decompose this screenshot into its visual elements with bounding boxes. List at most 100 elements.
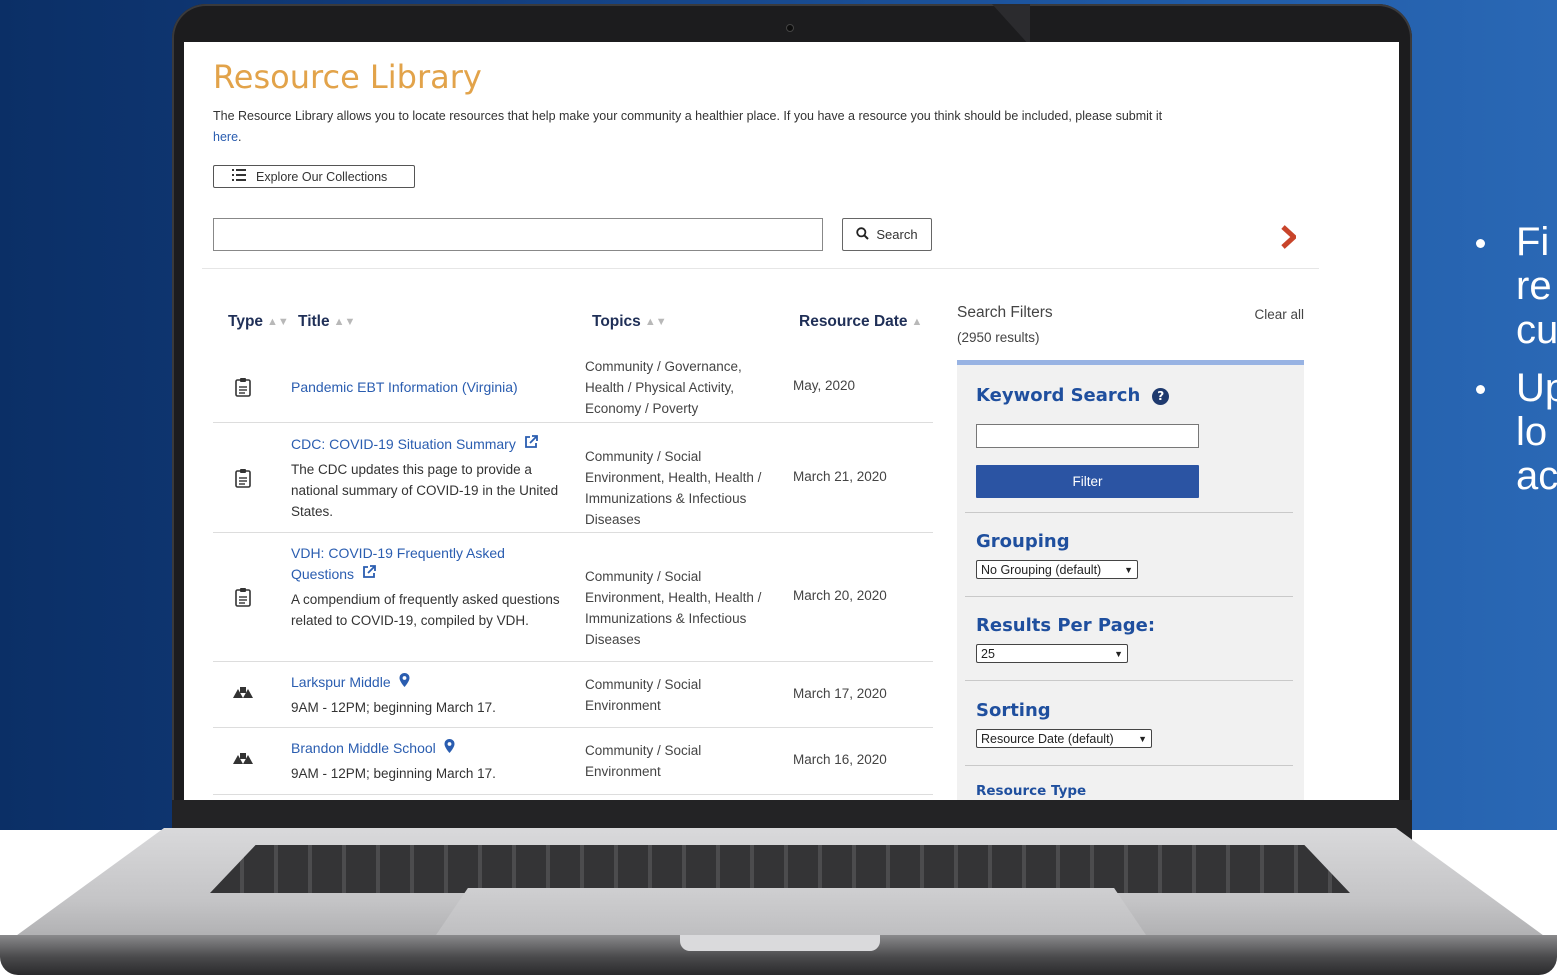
slide-bullet: Up lo ac	[1470, 366, 1557, 498]
results-count: (2950 results)	[957, 330, 1040, 345]
type-cell	[213, 587, 273, 610]
results-per-page-title: Results Per Page:	[976, 615, 1156, 636]
divider	[965, 680, 1293, 681]
column-header-type[interactable]: Type ▲▼	[228, 313, 289, 331]
laptop-screen: Resource Library The Resource Library al…	[184, 42, 1399, 800]
table-row: Pandemic EBT Information (Virginia) Commu…	[213, 352, 933, 423]
resource-description: 9AM - 12PM; beginning March 17.	[291, 699, 496, 715]
grouping-section: Grouping No Grouping (default) ▼	[976, 531, 1293, 579]
resource-title-link[interactable]: Larkspur Middle	[291, 674, 391, 690]
search-input[interactable]	[213, 218, 823, 251]
document-icon	[235, 587, 251, 610]
type-cell	[213, 377, 273, 400]
filter-button[interactable]: Filter	[976, 465, 1199, 498]
type-cell	[213, 468, 273, 491]
table-row: Brandon Middle School 9AM - 12PM; beginni…	[213, 728, 933, 795]
laptop-trackpad	[432, 888, 1150, 941]
chevron-right-icon[interactable]	[1274, 222, 1302, 252]
type-cell	[213, 751, 273, 768]
resource-title-link[interactable]: CDC: COVID-19 Situation Summary	[291, 436, 516, 452]
document-icon	[235, 377, 251, 400]
resource-title-link[interactable]: Pandemic EBT Information (Virginia)	[291, 379, 518, 395]
chevron-down-icon: ▼	[1114, 648, 1123, 659]
column-header-resource-date[interactable]: Resource Date ▲	[799, 313, 922, 331]
community-icon	[232, 685, 254, 702]
results-table: Type ▲▼ Title ▲▼ Topics ▲▼ Resource Date ▲ P…	[213, 306, 933, 795]
divider	[202, 268, 1319, 269]
title-cell: CDC: COVID-19 Situation Summary The CDC u…	[291, 434, 571, 522]
date-cell: March 17, 2020	[793, 685, 887, 701]
sort-icon: ▲▼	[644, 316, 667, 328]
divider	[965, 596, 1293, 597]
location-pin-icon[interactable]	[399, 672, 410, 690]
explore-collections-button[interactable]: Explore Our Collections	[213, 165, 415, 188]
chevron-down-icon: ▼	[1138, 733, 1147, 744]
resource-title-link[interactable]: Brandon Middle School	[291, 740, 436, 756]
date-cell: March 20, 2020	[793, 588, 887, 603]
divider	[965, 765, 1293, 766]
table-body: Pandemic EBT Information (Virginia) Commu…	[213, 352, 933, 795]
table-row: VDH: COVID-19 Frequently Asked Questions…	[213, 533, 933, 662]
chevron-down-icon: ▼	[1124, 564, 1133, 575]
date-cell: May, 2020	[793, 378, 856, 393]
list-icon	[232, 169, 246, 184]
results-per-page-select[interactable]: 25 ▼	[976, 644, 1128, 663]
title-cell: Brandon Middle School 9AM - 12PM; beginni…	[291, 738, 571, 784]
external-link-icon[interactable]	[524, 434, 538, 452]
type-cell	[213, 685, 273, 702]
topics-cell: Community / Governance, Health / Physica…	[585, 358, 742, 416]
search-button[interactable]: Search	[842, 218, 932, 251]
results-per-page-section: Results Per Page: 25 ▼	[976, 615, 1293, 663]
sorting-section: Sorting Resource Date (default) ▼	[976, 700, 1293, 748]
title-cell: Larkspur Middle 9AM - 12PM; beginning Mar…	[291, 672, 571, 718]
sorting-title: Sorting	[976, 700, 1051, 721]
document-icon	[235, 468, 251, 491]
resource-type-title: Resource Type	[976, 783, 1087, 799]
sort-icon: ▲▼	[333, 316, 356, 328]
search-icon	[856, 226, 870, 243]
column-header-title[interactable]: Title ▲▼	[298, 313, 355, 331]
resource-description: The CDC updates this page to provide a n…	[291, 461, 559, 519]
sort-icon: ▲▼	[267, 316, 289, 328]
search-button-label: Search	[876, 227, 918, 242]
date-cell: March 21, 2020	[793, 468, 887, 484]
table-row: Larkspur Middle 9AM - 12PM; beginning Mar…	[213, 662, 933, 728]
submit-link[interactable]: here	[213, 130, 238, 144]
slide-bullet: Fi re cu	[1470, 220, 1557, 352]
keyword-search-input[interactable]	[976, 424, 1199, 448]
date-cell: March 16, 2020	[793, 752, 887, 767]
table-header: Type ▲▼ Title ▲▼ Topics ▲▼ Resource Date ▲	[213, 306, 933, 352]
external-link-icon[interactable]	[362, 564, 376, 582]
resource-title-link[interactable]: VDH: COVID-19 Frequently Asked Questions	[291, 545, 505, 582]
sort-asc-icon: ▲	[911, 316, 923, 328]
community-icon	[232, 751, 254, 768]
slide-bullets: Fi re cu Up lo ac	[1470, 220, 1557, 620]
resource-description: 9AM - 12PM; beginning March 17.	[291, 766, 496, 781]
location-pin-icon[interactable]	[444, 739, 455, 756]
grouping-select[interactable]: No Grouping (default) ▼	[976, 560, 1138, 579]
table-row: CDC: COVID-19 Situation Summary The CDC u…	[213, 423, 933, 533]
keyword-search-section: Keyword Search? Filter	[976, 385, 1293, 498]
title-cell: VDH: COVID-19 Frequently Asked Questions…	[291, 543, 571, 631]
clear-all-link[interactable]: Clear all	[1254, 307, 1304, 322]
keyword-search-title: Keyword Search	[976, 385, 1141, 406]
page-title: Resource Library	[213, 58, 482, 96]
topics-cell: Community / Social Environment, Health, …	[585, 568, 762, 647]
filters-panel: Keyword Search? Filter Grouping No Group…	[957, 360, 1304, 800]
camera-icon	[786, 24, 794, 32]
topics-cell: Community / Social Environment, Health, …	[585, 449, 762, 527]
topics-cell: Community / Social Environment	[585, 676, 702, 713]
grouping-title: Grouping	[976, 531, 1070, 552]
filters-title: Search Filters	[957, 304, 1053, 321]
filters-header: Search Filters (2950 results) Clear all	[957, 304, 1304, 345]
help-icon[interactable]: ?	[1152, 387, 1170, 405]
resource-description: A compendium of frequently asked questio…	[291, 591, 560, 628]
resource-type-section: Resource Type	[976, 783, 1293, 799]
divider	[965, 512, 1293, 513]
sorting-select[interactable]: Resource Date (default) ▼	[976, 729, 1152, 748]
title-cell: Pandemic EBT Information (Virginia)	[291, 377, 571, 398]
laptop-keyboard	[210, 845, 1350, 893]
column-header-topics[interactable]: Topics ▲▼	[592, 313, 667, 331]
intro-text: The Resource Library allows you to locat…	[213, 109, 1163, 144]
laptop-notch	[680, 935, 880, 951]
